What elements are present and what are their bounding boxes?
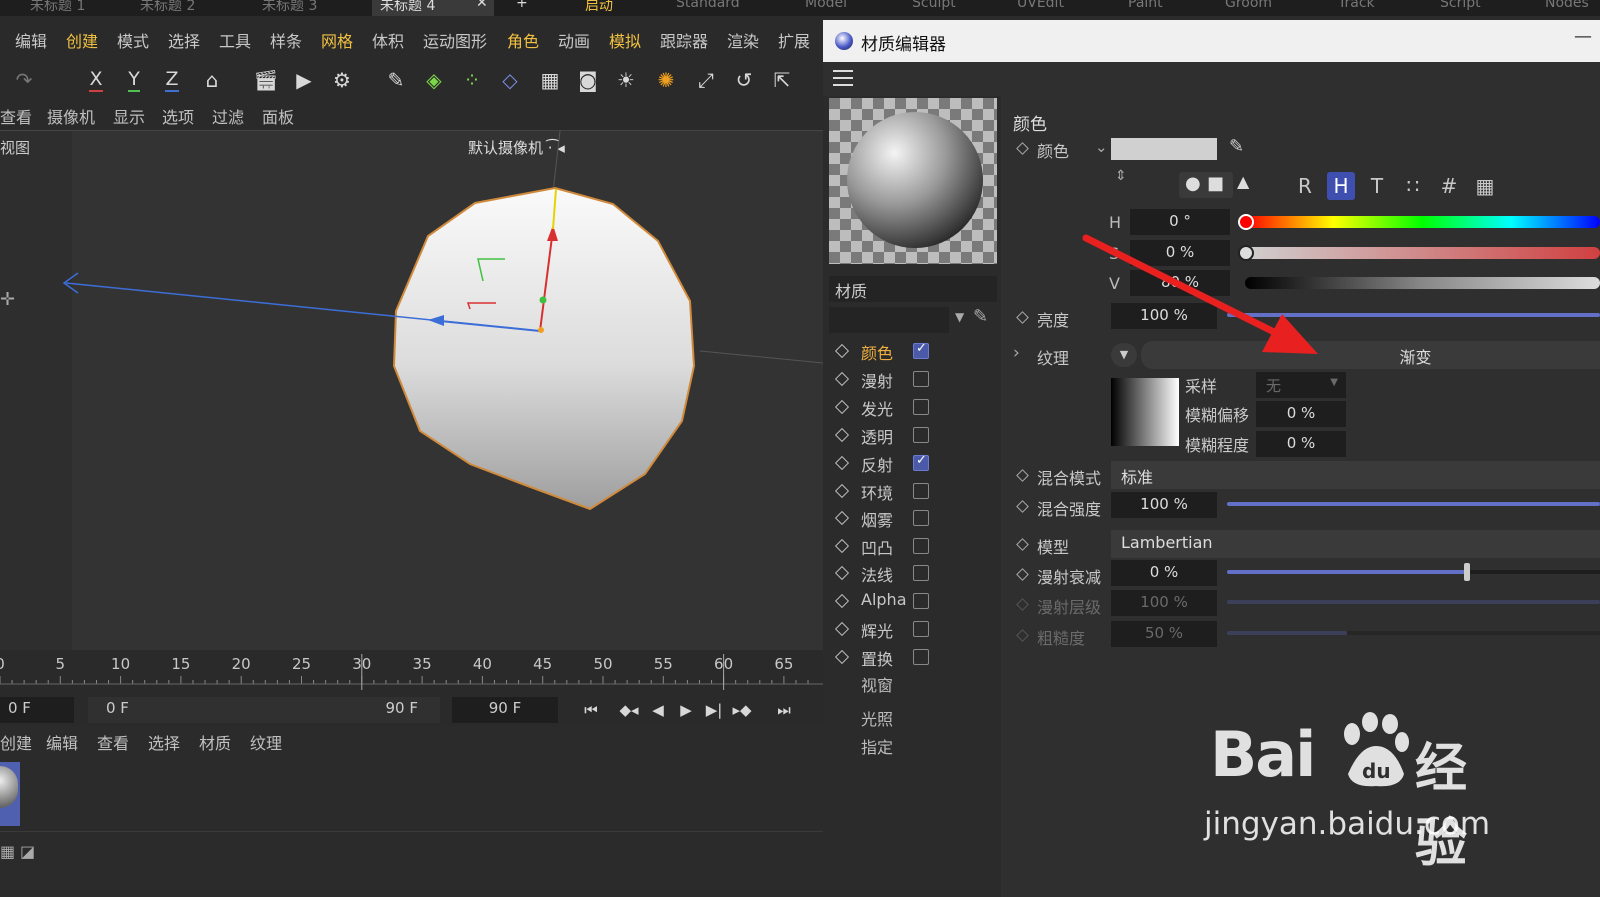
baidu-jingyan-watermark: Bai du 经验 jingyan.baidu.com bbox=[1204, 712, 1510, 874]
baidu-paw-logo: du bbox=[1340, 712, 1410, 792]
svg-text:du: du bbox=[1362, 759, 1391, 783]
